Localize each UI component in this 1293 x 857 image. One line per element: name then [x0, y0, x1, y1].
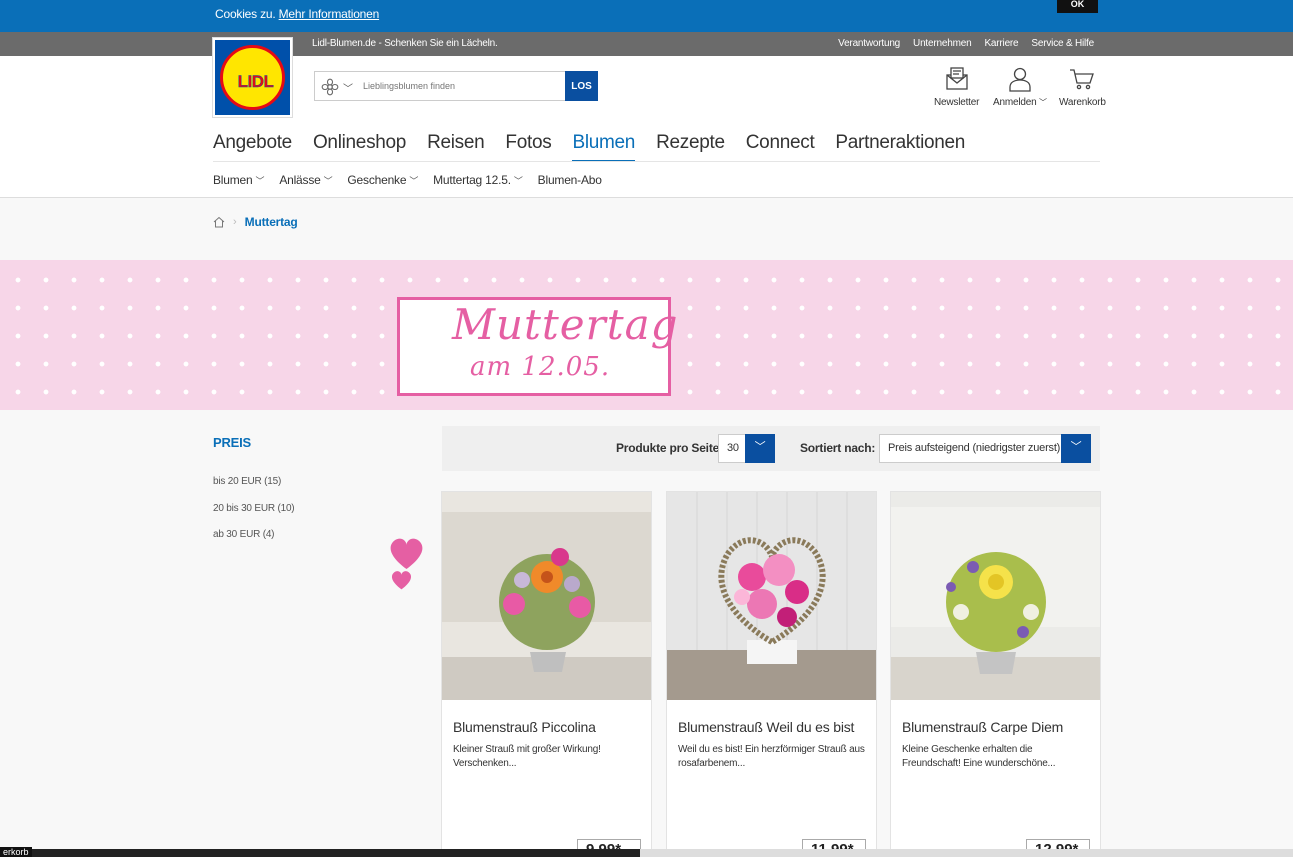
cookie-info-link[interactable]: Mehr Informationen — [279, 7, 380, 21]
nav-partneraktionen[interactable]: Partneraktionen — [835, 132, 965, 162]
cart-label: Warenkorb — [1059, 97, 1106, 108]
sort-bar: Produkte pro Seite: 30 ﹀ Sortiert nach: … — [442, 426, 1100, 471]
nav-reisen[interactable]: Reisen — [427, 132, 485, 162]
browser-status-bar: erkorb — [0, 847, 1293, 857]
price-filter-heading: PREIS — [213, 435, 252, 450]
chevron-down-icon[interactable]: ﹀ — [1061, 434, 1091, 463]
chevron-right-icon: › — [233, 216, 237, 228]
product-card[interactable]: Blumenstrauß Carpe Diem Kleine Geschenke… — [890, 491, 1101, 857]
nav-connect[interactable]: Connect — [746, 132, 815, 162]
chevron-down-icon[interactable]: ﹀ — [343, 80, 353, 95]
sub-nav: Blumen ﹀ Anlässe ﹀ Geschenke ﹀ Muttertag 12… — [213, 173, 602, 187]
subnav-muttertag[interactable]: Muttertag 12.5. ﹀ — [433, 173, 523, 187]
heart-icon — [390, 538, 423, 590]
cart-link[interactable]: Warenkorb — [1059, 66, 1106, 108]
chevron-down-icon[interactable]: ﹀ — [745, 434, 775, 463]
link-karriere[interactable]: Karriere — [984, 38, 1018, 49]
main-nav: Angebote Onlineshop Reisen Fotos Blumen … — [213, 132, 965, 162]
product-name[interactable]: Blumenstrauß Weil du es bist — [678, 719, 854, 735]
nav-fotos[interactable]: Fotos — [505, 132, 551, 162]
product-card[interactable]: Blumenstrauß Weil du es bist Weil du es … — [666, 491, 877, 857]
breadcrumb-area — [0, 198, 1293, 260]
logo-disc: LIDL — [220, 45, 285, 110]
subnav-geschenke[interactable]: Geschenke ﹀ — [347, 173, 418, 187]
product-name[interactable]: Blumenstrauß Piccolina — [453, 719, 596, 735]
filter-bis-20[interactable]: bis 20 EUR (15) — [213, 469, 294, 496]
horizontal-scrollbar[interactable] — [640, 849, 1293, 857]
user-icon — [1009, 67, 1031, 92]
breadcrumb-current[interactable]: Muttertag — [245, 215, 298, 229]
chevron-down-icon: ﹀ — [323, 176, 333, 186]
per-page-label: Produkte pro Seite: — [616, 441, 723, 455]
cookie-text: Cookies zu. Mehr Informationen — [215, 7, 380, 21]
search-button[interactable]: LOS — [565, 71, 598, 101]
link-service-hilfe[interactable]: Service & Hilfe — [1031, 38, 1094, 49]
nav-onlineshop[interactable]: Onlineshop — [313, 132, 406, 162]
newsletter-label: Newsletter — [934, 97, 980, 108]
product-name[interactable]: Blumenstrauß Carpe Diem — [902, 719, 1063, 735]
product-image — [891, 492, 1100, 700]
sort-select[interactable]: Preis aufsteigend (niedrigster zuerst) ﹀ — [879, 434, 1091, 463]
chevron-down-icon: ﹀ — [1039, 98, 1047, 107]
banner-subtitle: am 12.05. — [470, 352, 611, 382]
search-box: ﹀ — [314, 71, 566, 101]
nav-rezepte[interactable]: Rezepte — [656, 132, 725, 162]
nav-blumen[interactable]: Blumen — [572, 132, 635, 162]
home-icon[interactable] — [213, 216, 225, 228]
product-card[interactable]: Blumenstrauß Piccolina Kleiner Strauß mi… — [441, 491, 652, 857]
login-link[interactable]: Anmelden ﹀ — [993, 66, 1047, 108]
chevron-down-icon: ﹀ — [409, 176, 419, 186]
cookie-bar: Cookies zu. Mehr Informationen OK — [0, 0, 1293, 32]
login-label: Anmelden ﹀ — [993, 97, 1047, 108]
per-page-select[interactable]: 30 ﹀ — [718, 434, 775, 463]
service-links: Verantwortung Unternehmen Karriere Servi… — [838, 38, 1094, 49]
subnav-blumen[interactable]: Blumen ﹀ — [213, 173, 265, 187]
subnav-blumen-abo[interactable]: Blumen-Abo — [538, 173, 602, 187]
cart-icon — [1070, 69, 1095, 90]
filter-ab-30[interactable]: ab 30 EUR (4) — [213, 522, 294, 549]
product-image — [667, 492, 876, 700]
nav-angebote[interactable]: Angebote — [213, 132, 292, 162]
status-text: erkorb — [0, 847, 32, 857]
product-description: Kleine Geschenke erhalten die Freundscha… — [902, 744, 1056, 769]
filter-20-bis-30[interactable]: 20 bis 30 EUR (10) — [213, 496, 295, 523]
product-image — [442, 492, 651, 700]
newsletter-link[interactable]: Newsletter — [934, 66, 979, 108]
breadcrumb: › Muttertag — [213, 215, 298, 229]
price-filter-list: bis 20 EUR (15) 20 bis 30 EUR (10) ab 30… — [213, 469, 295, 549]
link-verantwortung[interactable]: Verantwortung — [838, 38, 900, 49]
link-unternehmen[interactable]: Unternehmen — [913, 38, 972, 49]
cookie-ok-button[interactable]: OK — [1057, 0, 1098, 13]
newsletter-icon — [945, 67, 968, 90]
logo-text: LIDL — [237, 72, 274, 91]
search-input[interactable] — [363, 78, 559, 94]
chevron-down-icon: ﹀ — [513, 176, 523, 186]
sort-label: Sortiert nach: — [800, 441, 876, 455]
tagline: Lidl-Blumen.de - Schenken Sie ein Lächel… — [312, 38, 498, 49]
product-description: Weil du es bist! Ein herzförmiger Strauß… — [678, 744, 865, 769]
lidl-logo[interactable]: LIDL — [213, 38, 292, 117]
subnav-anlaesse[interactable]: Anlässe ﹀ — [279, 173, 332, 187]
product-description: Kleiner Strauß mit großer Wirkung! Versc… — [453, 744, 601, 769]
chevron-down-icon: ﹀ — [255, 176, 265, 186]
flower-icon[interactable] — [321, 78, 339, 96]
banner-title: Muttertag — [452, 300, 679, 349]
nav-divider — [213, 161, 1100, 162]
top-bar: Lidl-Blumen.de - Schenken Sie ein Lächel… — [0, 32, 1293, 56]
